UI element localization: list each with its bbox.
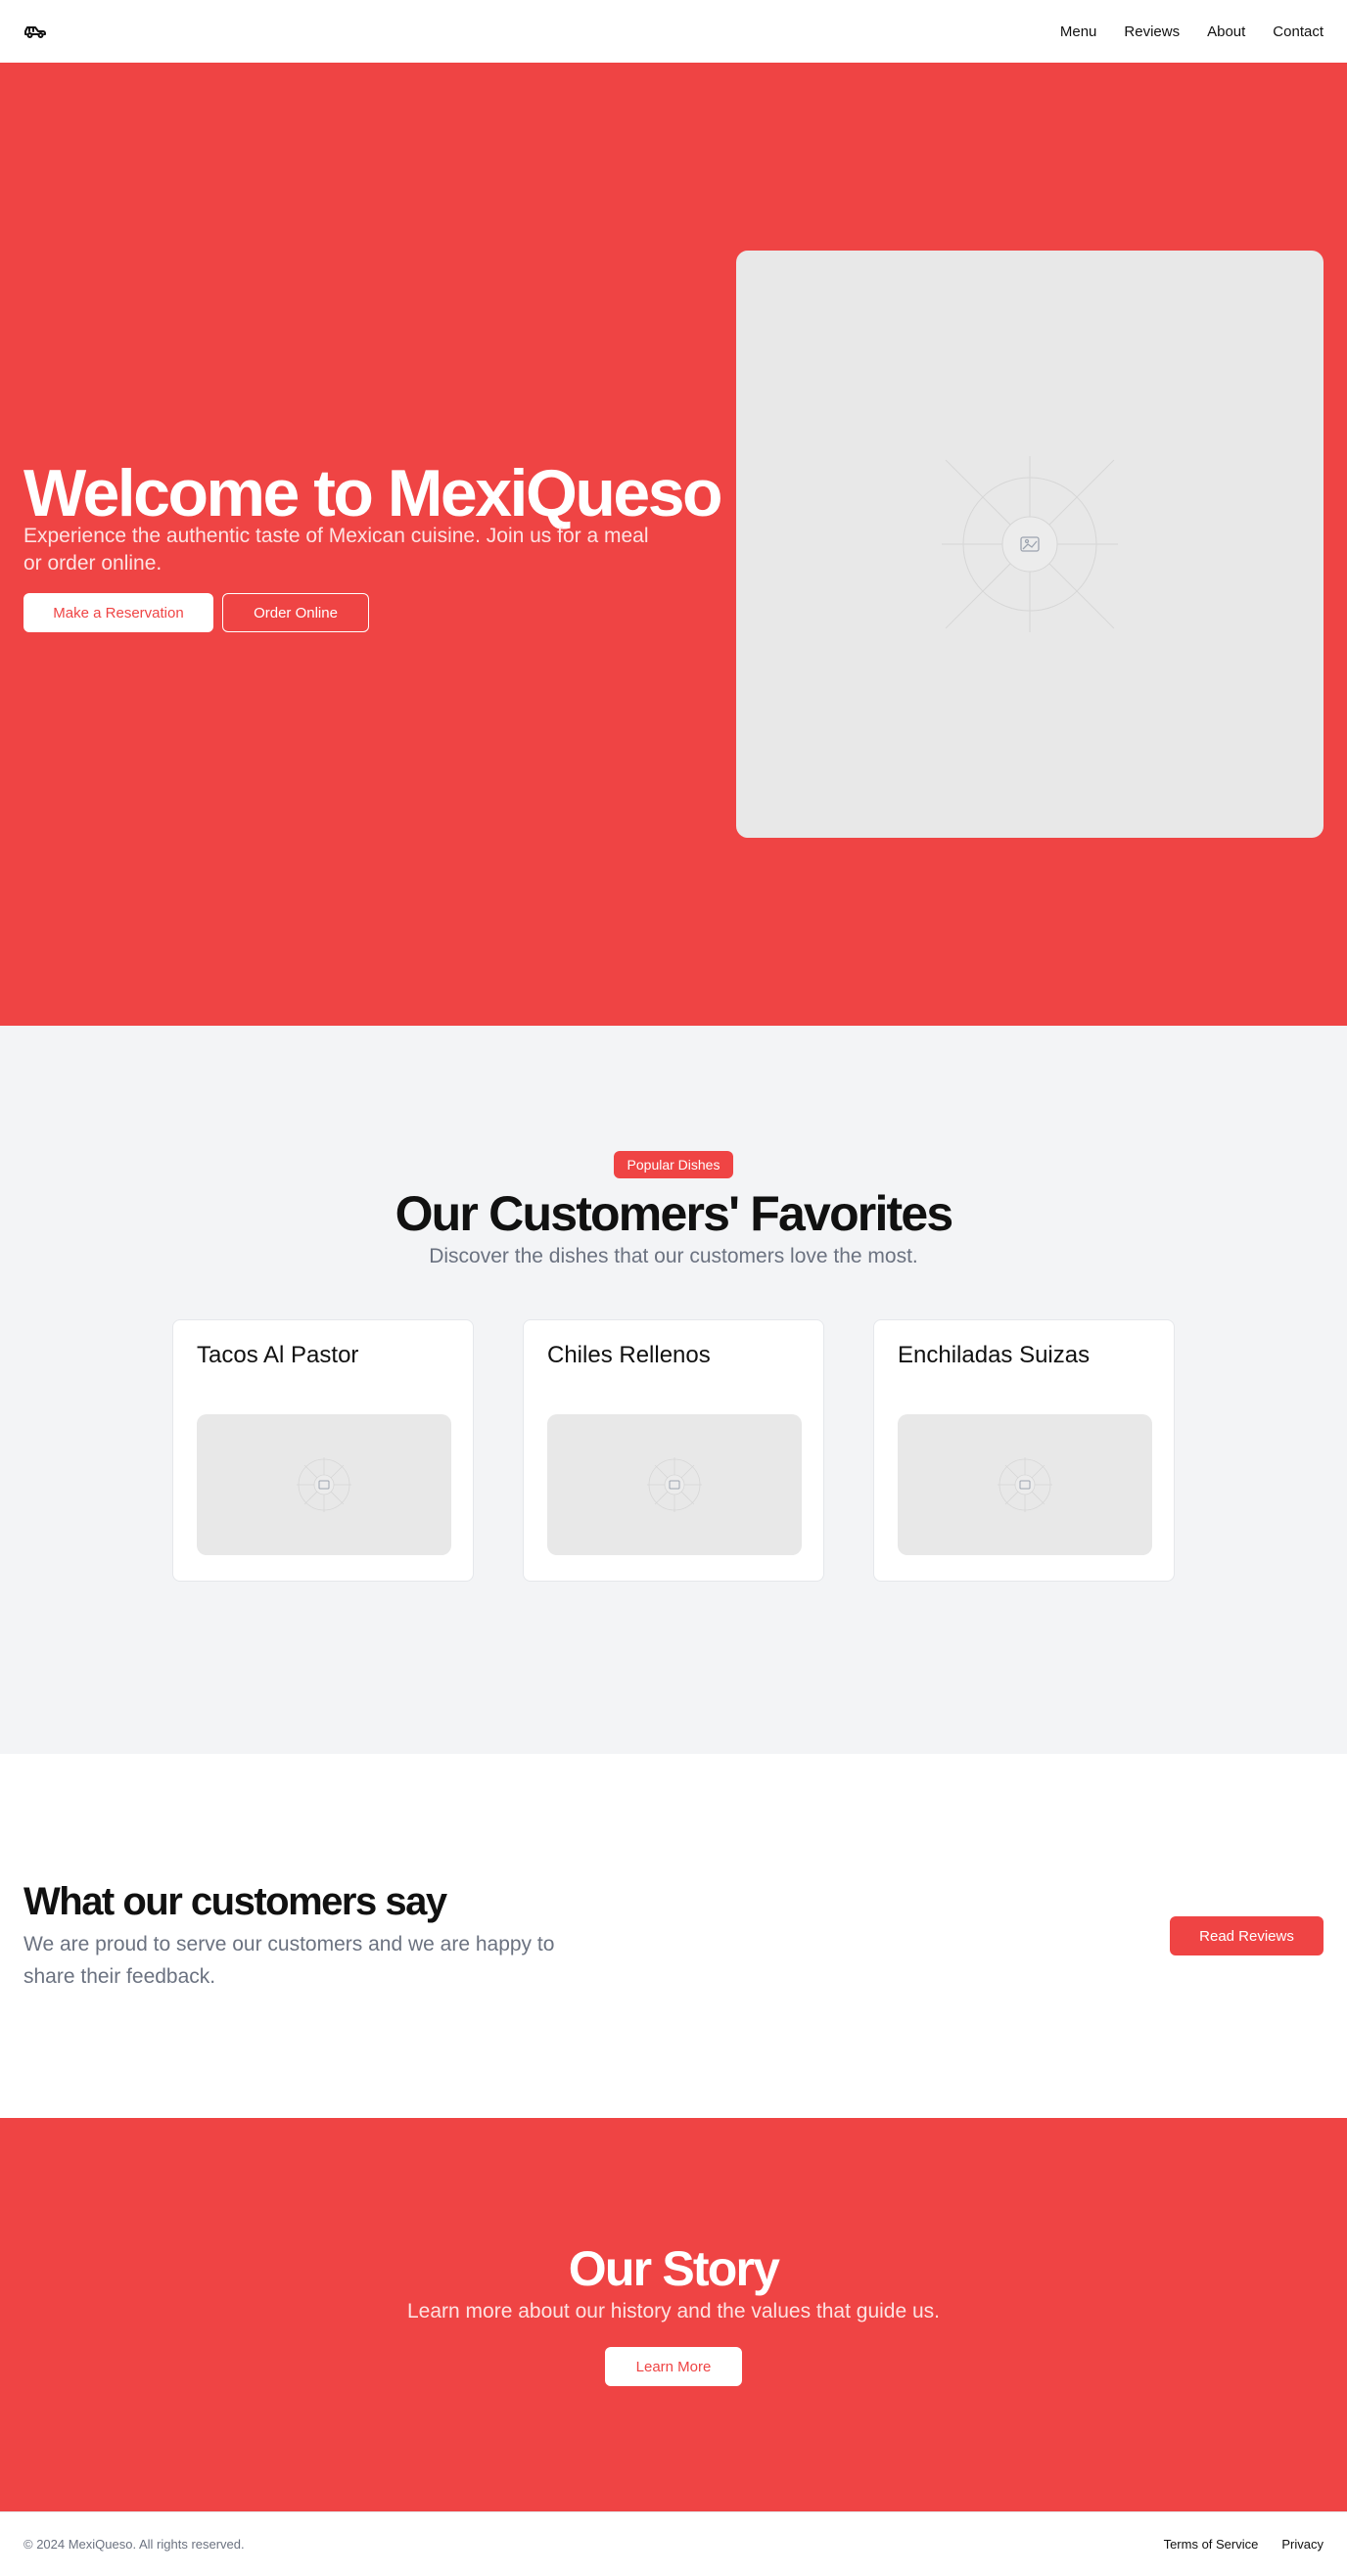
hero-subtitle: Experience the authentic taste of Mexica… — [23, 525, 649, 575]
car-icon[interactable] — [23, 20, 47, 43]
dish-card-title: Tacos Al Pastor — [197, 1342, 359, 1368]
testimonials-title: What our customers say — [23, 1880, 447, 1923]
image-placeholder-icon — [297, 1457, 351, 1512]
nav-contact-link[interactable]: Contact — [1273, 23, 1324, 40]
hero-image — [736, 251, 1324, 838]
dish-image — [547, 1414, 802, 1555]
dish-image — [898, 1414, 1152, 1555]
image-placeholder-icon — [942, 456, 1118, 632]
privacy-link[interactable]: Privacy — [1281, 2537, 1324, 2552]
site-footer: © 2024 MexiQueso. All rights reserved. T… — [0, 2511, 1347, 2576]
dish-card[interactable]: Tacos Al Pastor — [172, 1319, 474, 1582]
dish-card[interactable]: Chiles Rellenos — [523, 1319, 824, 1582]
dish-card-title: Enchiladas Suizas — [898, 1342, 1091, 1368]
hero-section: Welcome to MexiQueso Experience the auth… — [0, 63, 1347, 1026]
learn-more-button[interactable]: Learn More — [605, 2347, 742, 2386]
order-online-button[interactable]: Order Online — [222, 593, 369, 632]
dish-card[interactable]: Enchiladas Suizas — [873, 1319, 1175, 1582]
favorites-section: Popular Dishes Our Customers' Favorites … — [0, 1026, 1347, 1754]
hero-title: Welcome to MexiQueso — [23, 456, 723, 530]
terms-of-service-link[interactable]: Terms of Service — [1164, 2537, 1259, 2552]
copyright-text: © 2024 MexiQueso. All rights reserved. — [23, 2537, 245, 2552]
read-reviews-button[interactable]: Read Reviews — [1170, 1916, 1324, 1955]
testimonials-section: What our customers say We are proud to s… — [0, 1754, 1347, 2118]
nav-about-link[interactable]: About — [1207, 23, 1245, 40]
popular-dishes-badge: Popular Dishes — [614, 1151, 733, 1178]
make-reservation-button[interactable]: Make a Reservation — [23, 593, 213, 632]
main-nav: Menu Reviews About Contact — [1060, 23, 1324, 40]
favorites-subtitle: Discover the dishes that our customers l… — [429, 1245, 918, 1267]
nav-reviews-link[interactable]: Reviews — [1124, 23, 1180, 40]
dish-card-title: Chiles Rellenos — [547, 1342, 711, 1368]
footer-links: Terms of Service Privacy — [1164, 2537, 1324, 2552]
site-header: Menu Reviews About Contact — [0, 0, 1347, 63]
favorites-title: Our Customers' Favorites — [395, 1186, 954, 1241]
image-placeholder-icon — [998, 1457, 1052, 1512]
nav-menu-link[interactable]: Menu — [1060, 23, 1097, 40]
dish-image — [197, 1414, 451, 1555]
story-section: Our Story Learn more about our history a… — [0, 2118, 1347, 2511]
hero-actions: Make a Reservation Order Online — [23, 593, 369, 632]
story-subtitle: Learn more about our history and the val… — [406, 2300, 940, 2323]
story-title: Our Story — [568, 2241, 780, 2296]
image-placeholder-icon — [647, 1457, 702, 1512]
testimonials-subtitle: We are proud to serve our customers and … — [23, 1933, 555, 1988]
